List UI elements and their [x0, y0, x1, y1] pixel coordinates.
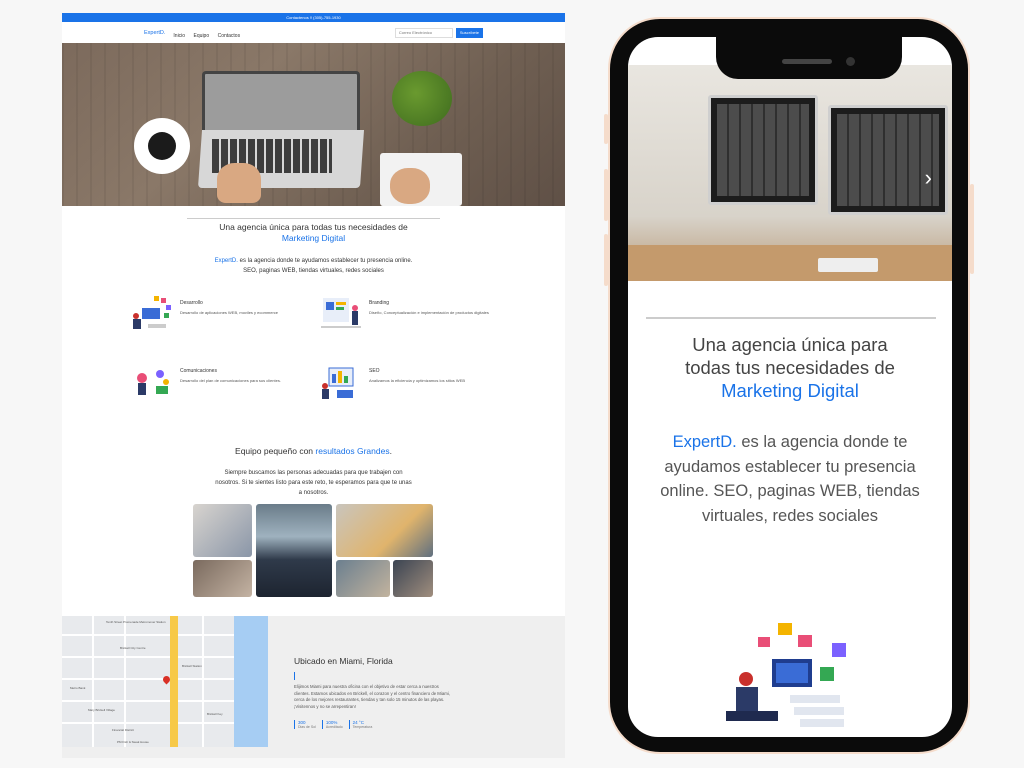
service-comunicaciones: Comunicaciones Desarrollo del plan de co…	[128, 362, 318, 412]
plant-image	[392, 71, 452, 126]
communications-illustration-icon	[137, 370, 169, 395]
service-title: Branding	[369, 300, 390, 306]
service-desarrollo: Desarrollo Desarrollo de aplicaciones WE…	[128, 294, 318, 344]
team-photo	[193, 560, 252, 597]
keyboard-image	[818, 258, 878, 272]
section-divider	[187, 218, 440, 219]
brand-logo[interactable]: ExpertD.	[144, 30, 165, 36]
branding-illustration-icon	[321, 298, 361, 328]
bay-water	[234, 616, 268, 747]
team-photo-featured	[256, 504, 332, 597]
section-divider	[646, 317, 936, 319]
desktop-mockup: Contactenos !! (305)-755-1930 ExpertD. I…	[62, 13, 565, 758]
location-section: Tenth Street Promenade Metromover Statio…	[62, 616, 565, 758]
mobile-lead-paragraph: ExpertD. es la agencia donde te ayudamos…	[660, 433, 920, 525]
nav-inicio[interactable]: Inicio	[173, 33, 185, 39]
headline: Una agencia única para todas tus necesid…	[219, 222, 408, 243]
monitor-image	[708, 95, 818, 205]
service-desc: Desarrollo del plan de comunicaciones pa…	[180, 378, 281, 383]
phone-screen: › Una agencia única para todas tus neces…	[628, 37, 952, 737]
service-title: Desarrollo	[180, 300, 203, 306]
speaker-icon	[782, 59, 832, 64]
email-input[interactable]	[394, 27, 453, 38]
coffee-cup-image	[134, 118, 190, 174]
mobile-hero-carousel: ›	[628, 65, 952, 281]
seo-illustration-icon	[322, 367, 354, 399]
mobile-headline: Una agencia única para todas tus necesid…	[685, 334, 895, 401]
contact-topbar: Contactenos !! (305)-755-1930	[62, 13, 565, 22]
phone-side-button	[604, 114, 608, 144]
nav-links: Inicio Equipo Contactos	[173, 24, 244, 42]
location-text: Elijimos Miami para nuestra oficina con …	[294, 684, 450, 709]
camera-icon	[846, 57, 855, 66]
developer-illustration-icon	[726, 623, 846, 727]
location-info: Ubicado en Miami, Florida Elijimos Miami…	[294, 656, 454, 729]
service-desc: Analizamos la eficiencia y optimizamos l…	[369, 378, 466, 383]
service-branding: Branding Diseño, Conceptualización e imp…	[317, 294, 507, 344]
service-title: Comunicaciones	[180, 368, 217, 374]
team-heading: Equipo pequeño con resultados Grandes.	[235, 446, 392, 456]
phone-side-button	[604, 169, 608, 221]
team-photo	[336, 560, 390, 597]
carousel-next-icon[interactable]: ›	[925, 165, 932, 191]
stat-sun-days: 300 Dias de Sol	[294, 720, 316, 729]
stat-accredited: 100% Acreditado	[321, 720, 343, 729]
navbar: ExpertD. Inicio Equipo Contactos Suscríb…	[62, 22, 565, 43]
laptop-image	[202, 71, 360, 131]
newsletter-form: Suscríbete	[394, 27, 483, 38]
developer-illustration-icon	[133, 296, 171, 329]
location-title: Ubicado en Miami, Florida	[294, 656, 393, 666]
team-photo-gallery	[193, 504, 434, 598]
location-stats: 300 Dias de Sol 100% Acreditado 24 °C Te…	[294, 720, 454, 729]
phone-mockup: › Una agencia única para todas tus neces…	[604, 17, 974, 754]
nav-contactos[interactable]: Contactos	[218, 33, 241, 39]
services-grid: Desarrollo Desarrollo de aplicaciones WE…	[62, 294, 565, 444]
subscribe-button[interactable]: Suscríbete	[455, 27, 483, 38]
service-desc: Desarrollo de aplicaciones WEB, moviles …	[180, 310, 279, 315]
team-photo	[336, 504, 433, 557]
google-map[interactable]: Tenth Street Promenade Metromover Statio…	[62, 616, 268, 747]
service-seo: SEO Analizamos la eficiencia y optimizam…	[317, 362, 507, 412]
phone-notch	[716, 37, 902, 79]
team-photo	[393, 560, 433, 597]
monitor-image	[828, 105, 948, 215]
phone-side-button	[604, 234, 608, 286]
team-paragraph: Siempre buscamos las personas adecuadas …	[215, 470, 412, 496]
lead-paragraph: ExpertD. es la agencia donde te ayudamos…	[214, 258, 413, 274]
team-photo	[193, 504, 252, 557]
service-desc: Diseño, Conceptualización e implementaci…	[369, 310, 489, 315]
service-title: SEO	[369, 368, 380, 374]
stat-temperature: 24 °C Temperatura	[348, 720, 372, 729]
nav-equipo[interactable]: Equipo	[194, 33, 210, 39]
phone-power-button	[970, 184, 974, 274]
hero-image	[62, 43, 565, 206]
